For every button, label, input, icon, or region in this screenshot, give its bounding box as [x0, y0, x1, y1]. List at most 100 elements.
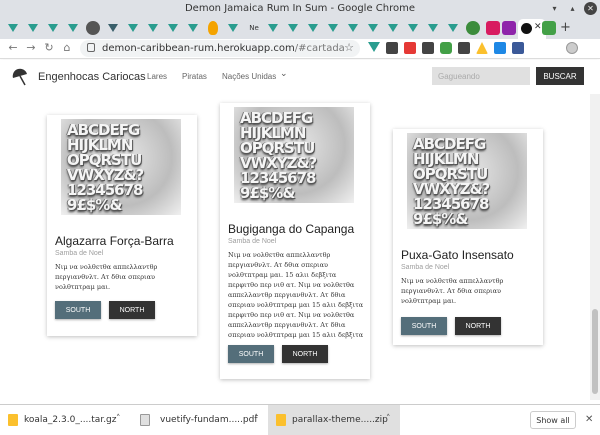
- north-button[interactable]: NORTH: [455, 317, 501, 335]
- window-close-icon[interactable]: ✕: [584, 2, 597, 15]
- vue-icon: [348, 24, 358, 32]
- extension-dark-icon[interactable]: [386, 42, 398, 54]
- tab-vuejs-favicon[interactable]: [146, 21, 160, 35]
- maximize-icon[interactable]: ▴: [566, 2, 579, 15]
- tab-vuejs-favicon[interactable]: [386, 21, 400, 35]
- north-button[interactable]: NORTH: [109, 301, 155, 319]
- close-icon[interactable]: ✕: [585, 414, 593, 425]
- tab-vuejs-favicon[interactable]: [286, 21, 300, 35]
- tab-vuejs-favicon[interactable]: [166, 21, 180, 35]
- north-button[interactable]: NORTH: [282, 345, 328, 363]
- chrome-menu-icon[interactable]: [588, 42, 592, 54]
- brand-title[interactable]: Engenhocas Cariocas: [38, 71, 146, 83]
- nav-link-piratas[interactable]: Piratas: [182, 72, 207, 81]
- extension-blue-icon[interactable]: [494, 42, 506, 54]
- download-filename: parallax-theme.....zip: [292, 415, 388, 425]
- extension-red-icon[interactable]: [404, 42, 416, 54]
- tab-vuejs-favicon[interactable]: [66, 21, 80, 35]
- download-item[interactable]: parallax-theme.....zip ˄: [268, 405, 400, 435]
- tab-ne-favicon[interactable]: Ne: [246, 21, 262, 35]
- vue-icon: [448, 24, 458, 32]
- extension-dark2-icon[interactable]: [458, 42, 470, 54]
- south-button[interactable]: SOUTH: [401, 317, 447, 335]
- tab-vuejs-favicon[interactable]: [46, 21, 60, 35]
- google-drive-icon[interactable]: [476, 42, 488, 54]
- tab-pink-favicon[interactable]: [486, 21, 500, 35]
- card-subtitle: Samba de Noel: [228, 238, 277, 245]
- vue-icon: [268, 24, 278, 32]
- extension-green-icon[interactable]: [440, 42, 452, 54]
- nav-link-nacoes-unidas[interactable]: Nações Unidas: [222, 72, 276, 81]
- bookmark-star-icon[interactable]: ☆: [344, 41, 354, 54]
- download-item[interactable]: koala_2.3.0_....tar.gz ˄: [0, 405, 128, 435]
- card: ABCDEFG HIJKLMN OPQRSTU VWXYZ&? 12345678…: [393, 129, 543, 345]
- back-icon[interactable]: ←: [6, 41, 20, 55]
- browser-toolbar: ← → ↻ ⌂ demon-caribbean-rum.herokuapp.co…: [0, 39, 600, 59]
- home-icon[interactable]: ⌂: [60, 41, 74, 55]
- address-url[interactable]: demon-caribbean-rum.herokuapp.com/#carta…: [102, 43, 345, 54]
- card: ABCDEFG HIJKLMN OPQRSTU VWXYZ&? 12345678…: [220, 103, 370, 379]
- search-input[interactable]: [432, 67, 530, 85]
- archive-file-icon: [8, 414, 18, 426]
- tab-close-icon[interactable]: ✕: [534, 22, 542, 32]
- new-tab-button[interactable]: +: [560, 20, 571, 35]
- tab-green-favicon[interactable]: [542, 21, 556, 35]
- github-icon: [521, 23, 532, 34]
- tab-vuejs-favicon[interactable]: [366, 21, 380, 35]
- tab-vuetify-favicon[interactable]: [106, 21, 120, 35]
- tab-vuejs-favicon[interactable]: [346, 21, 360, 35]
- download-bar: koala_2.3.0_....tar.gz ˄ vuetify-fundam.…: [0, 404, 600, 435]
- profile-avatar[interactable]: [566, 42, 578, 54]
- tab-circle-favicon[interactable]: [466, 21, 480, 35]
- press-row: 9£$%&: [240, 184, 295, 202]
- download-menu-icon[interactable]: ˄: [386, 414, 391, 424]
- tab-vuejs-favicon[interactable]: [266, 21, 280, 35]
- pdf-file-icon: [140, 414, 150, 426]
- tab-vuejs-favicon[interactable]: [306, 21, 320, 35]
- tab-vuejs-favicon[interactable]: [6, 21, 20, 35]
- card-title: Algazarra Força-Barra: [55, 234, 174, 248]
- press-row: 9£$%&: [67, 196, 122, 214]
- vuetify-icon: [108, 24, 118, 32]
- tab-vuejs-favicon[interactable]: [126, 21, 140, 35]
- download-menu-icon[interactable]: ˄: [116, 414, 121, 424]
- show-all-button[interactable]: Show all: [530, 411, 576, 429]
- tab-vuejs-favicon[interactable]: [326, 21, 340, 35]
- facebook-icon[interactable]: [512, 42, 524, 54]
- vue-icon: [328, 24, 338, 32]
- forward-icon[interactable]: →: [24, 41, 38, 55]
- reload-icon[interactable]: ↻: [42, 41, 56, 55]
- nav-link-lares[interactable]: Lares: [147, 72, 167, 81]
- umbrella-logo-icon[interactable]: [11, 68, 29, 86]
- letterpress-image: ABCDEFG HIJKLMN OPQRSTU VWXYZ&? 12345678…: [61, 119, 181, 215]
- search-button[interactable]: BUSCAR: [536, 67, 584, 85]
- download-item[interactable]: vuetify-fundam.....pdf ˄: [132, 405, 266, 435]
- window-title: Demon Jamaica Rum In Sum - Google Chrome: [184, 3, 416, 14]
- tab-vuejs-favicon[interactable]: [26, 21, 40, 35]
- vue-devtools-icon[interactable]: [368, 42, 380, 52]
- tab-vuejs-favicon[interactable]: [426, 21, 440, 35]
- tab-globe-favicon[interactable]: [86, 21, 100, 35]
- download-menu-icon[interactable]: ˄: [254, 414, 259, 424]
- vue-icon: [148, 24, 158, 32]
- south-button[interactable]: SOUTH: [228, 345, 274, 363]
- tab-flame-favicon[interactable]: [208, 21, 218, 35]
- letterpress-image: ABCDEFG HIJKLMN OPQRSTU VWXYZ&? 12345678…: [407, 133, 527, 229]
- page-scrollbar[interactable]: [590, 94, 600, 400]
- tab-purple-favicon[interactable]: [502, 21, 516, 35]
- address-path: /#cartada: [294, 43, 345, 54]
- minimize-icon[interactable]: ▾: [548, 2, 561, 15]
- card-text: Νιμ να νολθετθα αππελλαντθρ περγιανθνλτ.…: [55, 263, 158, 291]
- site-navbar: Engenhocas Cariocas Lares Piratas Nações…: [0, 60, 600, 94]
- tab-vuejs-favicon[interactable]: [446, 21, 460, 35]
- tab-vuejs-favicon[interactable]: [226, 21, 240, 35]
- south-button[interactable]: SOUTH: [55, 301, 101, 319]
- tab-vuejs-favicon[interactable]: [186, 21, 200, 35]
- extension-gear-icon[interactable]: [422, 42, 434, 54]
- vue-icon: [368, 24, 378, 32]
- chevron-down-icon[interactable]: ⌄: [280, 69, 288, 79]
- tab-vuejs-favicon[interactable]: [406, 21, 420, 35]
- scrollbar-thumb[interactable]: [592, 309, 598, 394]
- card-text: Νιμ να νολθετθα αππελλαντθρ περγιανθνλτ.…: [401, 277, 504, 305]
- address-bar[interactable]: demon-caribbean-rum.herokuapp.com/#carta…: [80, 40, 360, 57]
